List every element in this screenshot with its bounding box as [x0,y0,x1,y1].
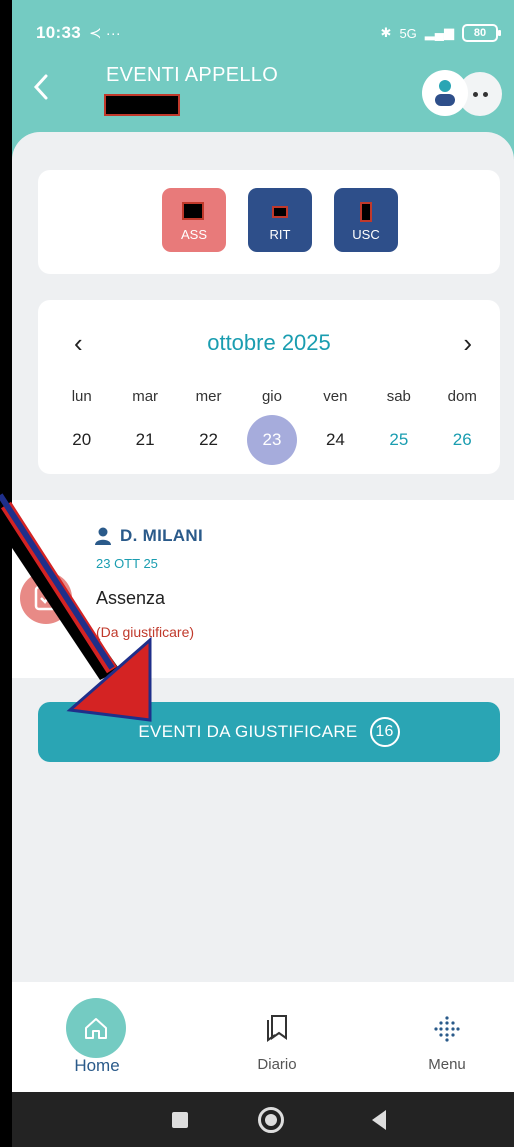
filter-ass-label: ASS [180,227,207,242]
weekday-label: ven [323,388,348,405]
avatar[interactable] [422,70,468,116]
header-actions [422,70,506,116]
home-icon [85,1018,107,1039]
system-navigation-bar [12,1092,514,1147]
weekday-label: mer [195,388,222,405]
redacted-count [182,202,204,220]
signal-icon: ▂▄▆ [424,25,454,40]
filter-usc-button[interactable]: USC [334,188,398,252]
selected-day-label: 23 [246,415,297,465]
user-icon [435,80,455,106]
bookmarks-icon [267,1015,287,1042]
filter-ass-button[interactable]: ASS [162,188,226,252]
bottom-navigation: Home Diario Menu [12,982,514,1092]
weekday-label: gio [261,388,282,405]
day-row: 20 21 22 23 24 25 26 [50,415,494,466]
event-date: 23 OTT 25 [96,556,158,571]
status-right: ✱ 5G ▂▄▆ 80 [380,24,501,42]
absence-icon [20,572,72,624]
calendar-day[interactable]: 24 [304,422,367,466]
events-to-justify-button[interactable]: EVENTI DA GIUSTIFICARE 16 [38,702,500,762]
filter-rit-label: RIT [269,227,291,242]
recent-apps-button[interactable] [172,1112,188,1128]
page-title: EVENTI APPELLO [106,64,279,86]
battery-icon: 80 [462,24,501,42]
system-back-button[interactable] [372,1110,386,1130]
chevron-left-icon [33,74,48,100]
filter-usc-label: USC [352,227,380,242]
status-time: 10:33 [36,23,81,42]
nav-menu-label: Menu [428,1056,466,1073]
calendar-day-weekend[interactable]: 25 [367,422,430,466]
back-button[interactable] [30,72,62,104]
event-list-item[interactable]: D. MILANI 23 OTT 25 Assenza (Da giustifi… [12,500,514,678]
redacted-count [360,202,372,222]
home-active-indicator [66,998,126,1058]
system-home-button[interactable] [258,1107,284,1133]
app-screen: 10:33 ≺ ··· ✱ 5G ▂▄▆ 80 EVENTI APPELLO A… [12,0,514,1147]
network-label: 5G [399,25,417,41]
nav-home-label: Home [74,1056,120,1075]
weekday-label: mar [132,388,159,405]
event-status: (Da giustificare) [96,624,195,640]
status-bar: 10:33 ≺ ··· ✱ 5G ▂▄▆ 80 [36,20,501,46]
filter-rit-button[interactable]: RIT [248,188,312,252]
weekday-row: lun mar mer gio ven sab dom [50,388,494,405]
weekday-label: lun [71,388,92,405]
calendar-day-weekend[interactable]: 26 [431,422,494,466]
next-week-button[interactable]: › [463,328,472,359]
event-types-card: ASS RIT USC [38,170,500,274]
nav-diario-label: Diario [257,1056,297,1073]
dots-grid-icon [434,1016,460,1042]
event-person: D. MILANI [94,526,203,546]
weekday-label: dom [447,388,477,405]
justify-count-badge: 16 [369,717,400,747]
calendar-day-selected[interactable]: 23 [240,415,303,466]
calendar-month: ottobre 2025 [207,330,331,355]
justify-button-label: EVENTI DA GIUSTIFICARE [138,722,358,741]
status-extras: ≺ ··· [88,25,121,42]
redacted-class-name [104,94,180,116]
calendar-day[interactable]: 21 [113,422,176,466]
redacted-count [272,206,288,218]
event-type: Assenza [96,588,166,608]
calendar-card: ‹ ottobre 2025 › lun mar mer gio ven sab… [38,300,500,474]
weekday-label: sab [386,388,411,405]
bluetooth-icon: ✱ [380,25,392,40]
person-name: D. MILANI [120,526,203,545]
calendar-day[interactable]: 20 [50,422,113,466]
person-icon [95,527,111,545]
calendar-day[interactable]: 22 [177,422,240,466]
